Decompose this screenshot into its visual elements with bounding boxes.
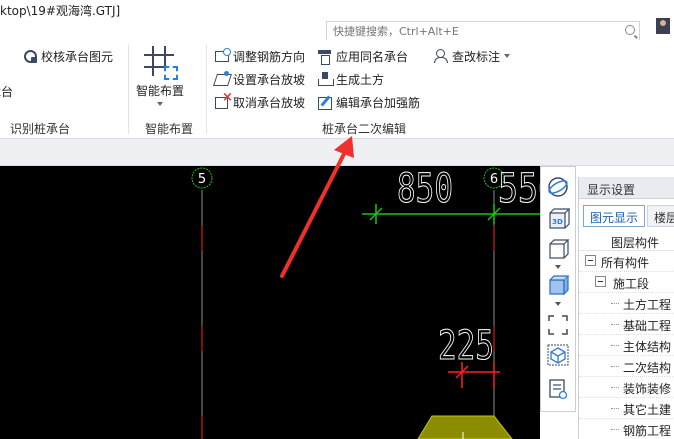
panel-title: 显示设置 <box>587 183 636 197</box>
3d-view-icon[interactable]: 3D <box>546 207 570 231</box>
identify-pile-cap-partial-button[interactable]: k台 <box>0 81 13 101</box>
tree-column-header: 图层构件 <box>579 231 674 251</box>
query-annotation-button[interactable]: 查改标注 <box>433 46 511 66</box>
ribbon-separator <box>128 44 129 134</box>
adjust-rebar-label: 调整钢筋方向 <box>233 49 306 64</box>
edit-reinforcement-label: 编辑承台加强筋 <box>336 95 421 110</box>
query-annotation-label: 查改标注 <box>452 49 501 64</box>
window-title: ktop\19#观海湾.GTJ] <box>0 4 121 18</box>
smart-layout-button[interactable]: 智能布置 <box>132 46 188 110</box>
dimension-text-225: 225 <box>438 323 494 369</box>
group-label-identify: 识别桩承台 <box>10 122 71 136</box>
chevron-down-icon[interactable] <box>504 54 511 58</box>
edit-reinforcement-icon <box>317 94 333 110</box>
display-settings-panel: 显示设置 图元显示 楼层 图层构件 所有构件 施工段 土方工程 基础工程 主体结… <box>578 177 674 439</box>
tree-item-secondary-structure[interactable]: 二次结构 <box>579 356 674 377</box>
generate-earthwork-button[interactable]: 生成土方 <box>317 69 384 89</box>
panel-header: 显示设置 <box>579 177 674 199</box>
apply-same-name-label: 应用同名承台 <box>336 49 409 64</box>
chevron-down-icon[interactable] <box>555 302 561 306</box>
tree-item-earthwork[interactable]: 土方工程 <box>579 293 674 314</box>
tree-item-label: 钢筋工程 <box>623 424 672 438</box>
smart-layout-label: 智能布置 <box>135 84 184 98</box>
tree-item-construction-section[interactable]: 施工段 <box>579 272 674 293</box>
set-slope-label: 设置承台放坡 <box>233 72 306 87</box>
tree-item-label: 所有构件 <box>601 256 650 270</box>
user-avatar[interactable] <box>656 18 670 34</box>
tab-element-display[interactable]: 图元显示 <box>583 205 646 227</box>
tree-item-label: 装饰装修 <box>623 382 672 396</box>
query-annotation-icon <box>433 48 449 64</box>
toolbar-strip <box>0 138 674 166</box>
cancel-slope-label: 取消承台放坡 <box>233 95 306 110</box>
collapse-toggle-icon[interactable] <box>585 255 596 266</box>
tree-item-label: 施工段 <box>613 277 650 291</box>
cube-view-icon[interactable] <box>546 237 570 261</box>
smart-layout-grid-icon <box>144 46 178 80</box>
check-gear-icon <box>22 48 38 64</box>
view-toolbar: 3D <box>540 166 576 412</box>
group-label-edit: 桩承台二次编辑 <box>322 122 407 136</box>
tree-item-other-civil[interactable]: 其它土建 <box>579 398 674 419</box>
identify-partial-label: k台 <box>0 84 13 99</box>
tree-item-all-components[interactable]: 所有构件 <box>579 251 674 272</box>
tree-item-label: 主体结构 <box>623 340 672 354</box>
cancel-slope-icon <box>214 90 233 110</box>
collapse-toggle-icon[interactable] <box>595 276 606 287</box>
dimension-text-850: 850 <box>397 166 453 212</box>
tab-floor-display[interactable]: 楼层 <box>647 205 674 227</box>
display-settings-icon[interactable] <box>546 377 570 401</box>
ribbon-separator <box>206 44 207 134</box>
title-bar: ktop\19#观海湾.GTJ] <box>0 0 674 22</box>
check-pile-cap-button[interactable]: 校核承台图元 <box>22 46 113 66</box>
tree-item-label: 二次结构 <box>623 361 672 375</box>
search-icon[interactable] <box>625 25 635 35</box>
set-slope-icon <box>214 71 230 87</box>
earthwork-icon <box>317 71 334 87</box>
orbit-icon[interactable] <box>546 175 570 199</box>
fullscreen-icon[interactable] <box>546 313 570 337</box>
axis-label-5: 5 <box>198 172 206 187</box>
shortcut-search-input[interactable] <box>327 22 617 40</box>
tree-item-decoration[interactable]: 装饰装修 <box>579 377 674 398</box>
tree-item-main-structure[interactable]: 主体结构 <box>579 335 674 356</box>
svg-text:3D: 3D <box>552 218 563 226</box>
apply-same-name-icon <box>317 48 333 65</box>
tree-item-label: 其它土建 <box>623 403 672 417</box>
chevron-down-icon[interactable] <box>555 265 561 269</box>
cancel-cap-slope-button[interactable]: 取消承台放坡 <box>214 90 306 112</box>
cad-drawing-canvas[interactable]: 5 6 850 550 225 <box>0 166 540 439</box>
tree-item-rebar-work[interactable]: 钢筋工程 <box>579 419 674 439</box>
cube-solid-icon[interactable] <box>546 273 570 297</box>
shortcut-search-box[interactable] <box>326 21 640 41</box>
generate-earthwork-label: 生成土方 <box>336 72 385 87</box>
group-label-smart: 智能布置 <box>145 122 194 136</box>
tree-item-foundation[interactable]: 基础工程 <box>579 314 674 335</box>
axis-label-6: 6 <box>490 172 498 187</box>
pile-cap-footing <box>417 415 513 439</box>
set-cap-slope-button[interactable]: 设置承台放坡 <box>214 69 305 89</box>
apply-same-name-cap-button[interactable]: 应用同名承台 <box>317 46 408 66</box>
tree-item-label: 土方工程 <box>623 298 672 312</box>
cube-outline-icon[interactable] <box>546 343 570 367</box>
edit-cap-reinforcement-button[interactable]: 编辑承台加强筋 <box>317 92 420 112</box>
chevron-down-icon[interactable] <box>157 102 163 106</box>
check-pile-cap-label: 校核承台图元 <box>41 49 114 64</box>
rebar-direction-icon <box>214 48 231 64</box>
dimension-text-550: 550 <box>498 166 540 212</box>
adjust-rebar-direction-button[interactable]: 调整钢筋方向 <box>214 46 305 66</box>
tree-item-label: 基础工程 <box>623 319 672 333</box>
ribbon: 校核承台图元 k台 识别桩承台 智能布置 智能布置 调整钢筋方向 应用同名承台 … <box>0 40 674 138</box>
